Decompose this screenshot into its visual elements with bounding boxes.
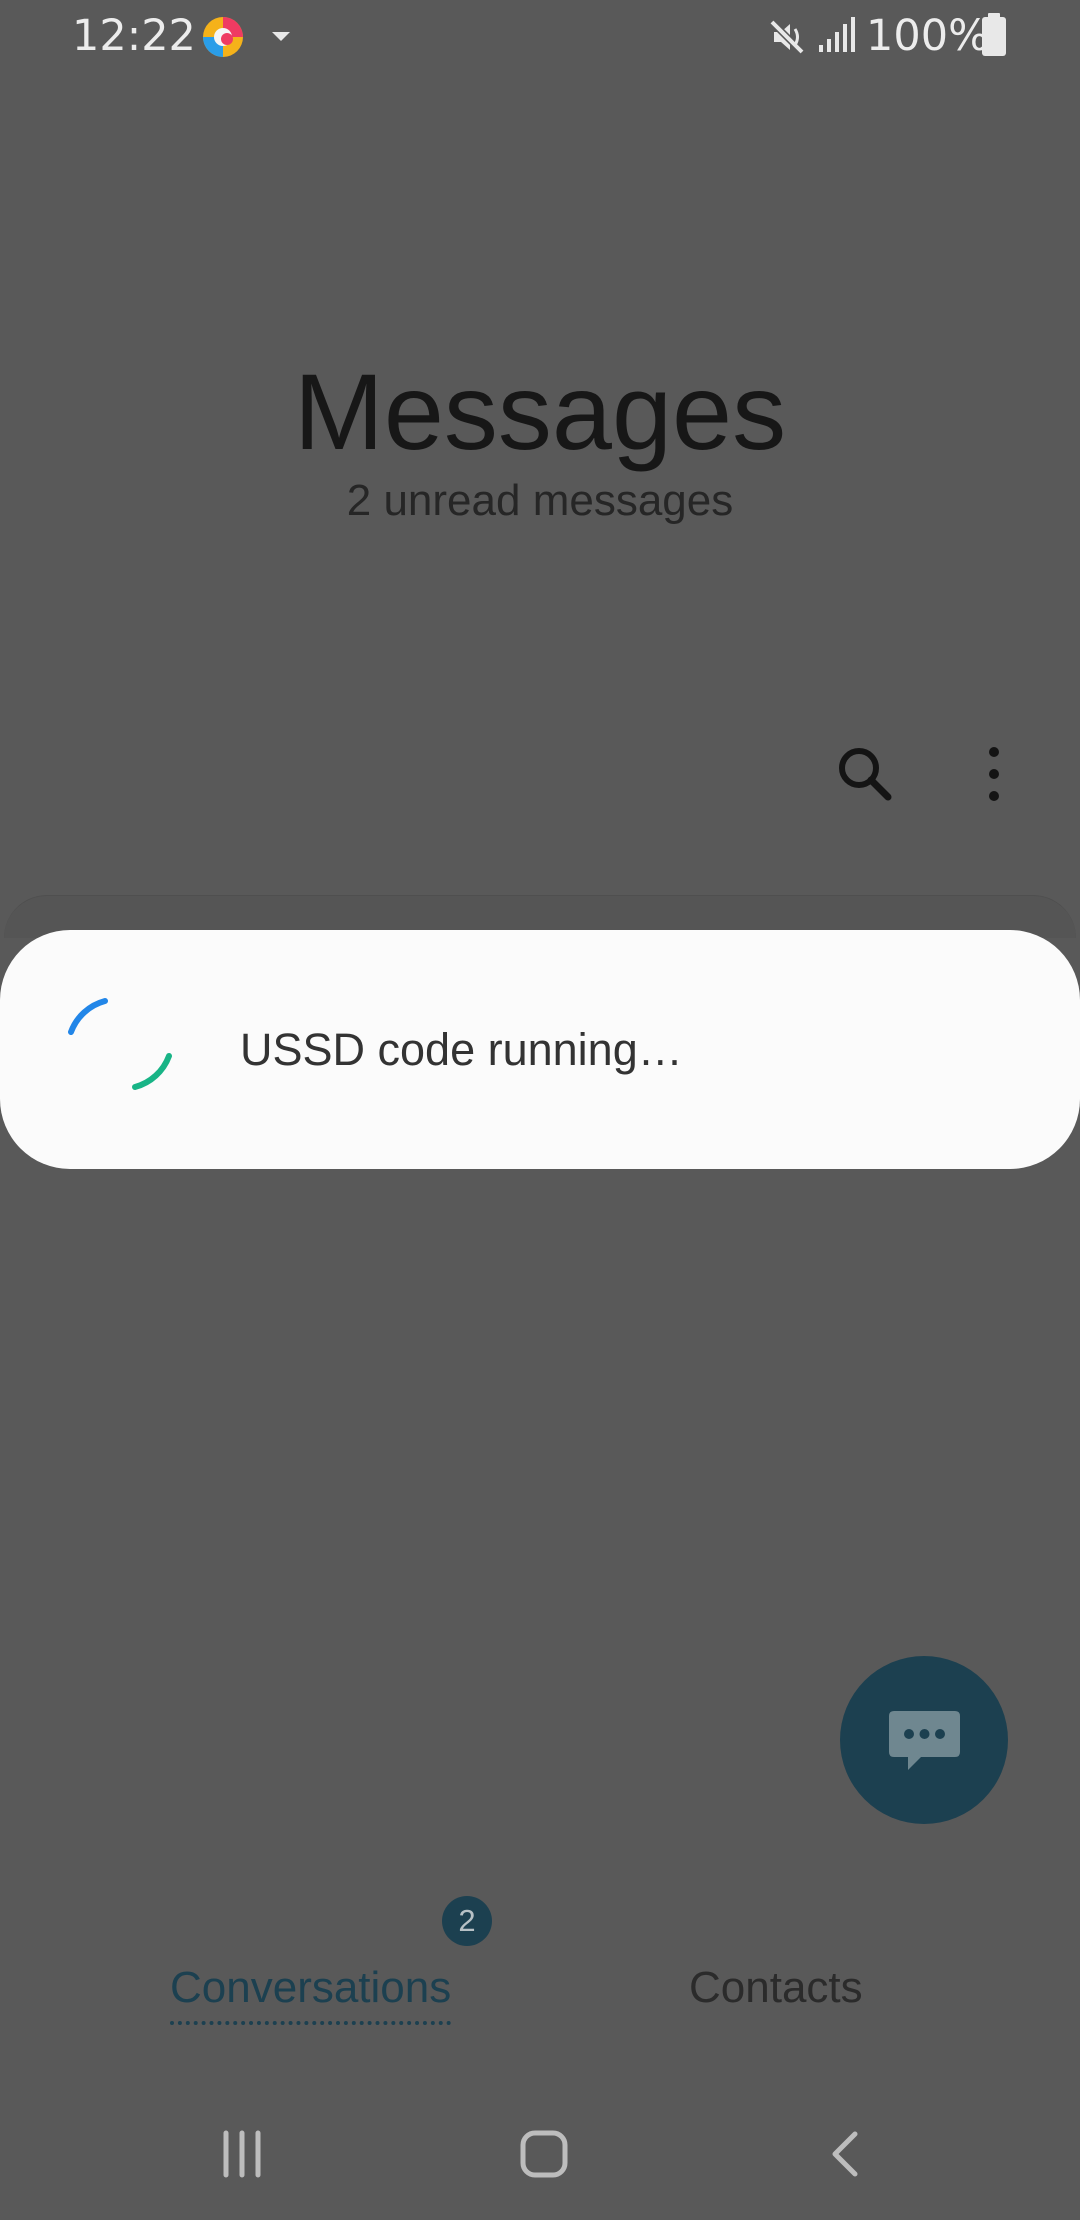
loading-spinner-icon: [68, 998, 172, 1090]
back-icon[interactable]: [821, 2128, 873, 2180]
messages-header: Messages 2 unread messages: [0, 350, 1080, 528]
status-time: 12:22: [72, 11, 196, 61]
bottom-tabs: Conversations Contacts: [0, 1931, 1080, 2081]
search-icon[interactable]: [834, 743, 896, 805]
ussd-progress-dialog: USSD code running…: [0, 930, 1080, 1169]
tab-conversations-label: Conversations: [170, 1961, 452, 2025]
system-navigation-bar: [0, 2080, 1080, 2220]
chat-bubble-icon: [889, 1711, 960, 1770]
battery-percentage: 100%: [866, 11, 989, 61]
app-notification-icon: [203, 17, 243, 57]
tab-conversations[interactable]: Conversations: [170, 1961, 452, 2025]
unread-count-badge: 2: [442, 1896, 492, 1946]
tab-contacts-label: Contacts: [689, 1963, 863, 2012]
signal-icon: [819, 17, 855, 52]
battery-icon: [982, 13, 1006, 56]
unread-summary: 2 unread messages: [346, 476, 734, 525]
tab-contacts[interactable]: Contacts: [689, 1961, 863, 2015]
dropdown-icon: [272, 32, 290, 41]
recent-apps-icon[interactable]: [216, 2128, 268, 2180]
status-bar: 12:22 100%: [0, 0, 1080, 72]
compose-message-button[interactable]: [840, 1656, 1008, 1824]
home-icon[interactable]: [518, 2128, 570, 2180]
more-options-icon[interactable]: [963, 743, 1025, 805]
page-title: Messages: [293, 351, 787, 472]
mute-icon: [769, 19, 805, 55]
ussd-status-text: USSD code running…: [240, 1024, 683, 1075]
